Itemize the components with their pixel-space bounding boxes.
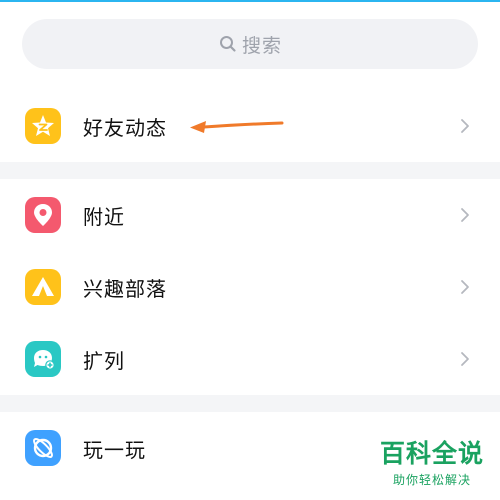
search-input[interactable]: 搜索 <box>22 19 478 69</box>
chevron-right-icon <box>461 119 469 133</box>
section-divider <box>0 395 500 412</box>
menu-item-expand-friends[interactable]: 扩列 <box>0 323 500 395</box>
watermark-subtitle: 助你轻松解决 <box>392 473 471 487</box>
annotation-arrow <box>190 121 284 133</box>
search-area: 搜索 <box>0 2 500 90</box>
chevron-right-icon <box>461 352 469 366</box>
menu-item-interest-tribe[interactable]: 兴趣部落 <box>0 251 500 323</box>
menu-item-label: 玩一玩 <box>83 437 146 462</box>
menu-item-nearby[interactable]: 附近 <box>0 179 500 251</box>
search-icon <box>219 36 236 52</box>
menu-item-label: 好友动态 <box>83 115 167 140</box>
chevron-right-icon <box>461 208 469 222</box>
chat-face-icon <box>25 341 61 377</box>
menu-section-2: 附近 兴趣部落 扩列 <box>0 179 500 395</box>
search-placeholder: 搜索 <box>241 34 282 57</box>
menu-item-label: 兴趣部落 <box>83 276 167 301</box>
section-divider <box>0 162 500 179</box>
menu-item-label: 扩列 <box>83 348 125 373</box>
watermark-title: 百科全说 <box>379 439 484 468</box>
star-icon <box>25 108 61 144</box>
menu-item-label: 附近 <box>83 204 125 229</box>
tent-icon <box>25 269 61 305</box>
location-pin-icon <box>25 197 61 233</box>
watermark-logo: 百科全说 助你轻松解决 <box>372 437 492 495</box>
planet-icon <box>25 430 61 466</box>
chevron-right-icon <box>461 280 469 294</box>
